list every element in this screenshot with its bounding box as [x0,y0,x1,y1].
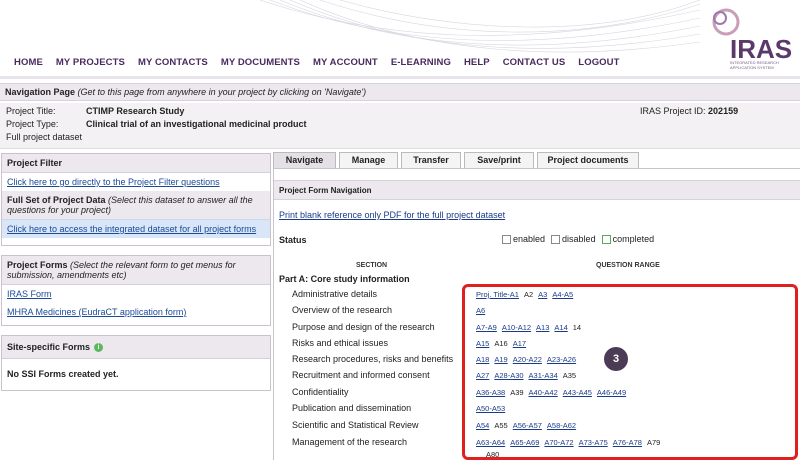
form-navigation-title: Project Form Navigation [279,186,372,195]
header-decoration [259,0,701,53]
section-label: Overview of the research [292,305,393,315]
tab-navigate[interactable]: Navigate [273,152,336,168]
tab-save-print[interactable]: Save/print [464,152,534,168]
mhra-form-link[interactable]: MHRA Medicines (EudraCT application form… [7,307,186,317]
section-label: Scientific and Statistical Review [292,420,419,430]
ssi-panel: Site-specific Forms i No SSI Forms create… [1,335,271,391]
full-set-block: Full Set of Project Data (Select this da… [2,191,270,219]
project-title-value: CTIMP Research Study [86,106,185,116]
print-blank-pdf-link[interactable]: Print blank reference only PDF for the f… [279,210,505,220]
project-title-label: Project Title: [6,106,56,116]
iras-form-link[interactable]: IRAS Form [7,289,52,299]
section-label: Recruitment and informed consent [292,370,430,380]
ssi-heading: Site-specific Forms [7,342,91,352]
tab-transfer[interactable]: Transfer [401,152,461,168]
section-label: Administrative details [292,289,378,299]
section-label: Management of the research [292,437,408,447]
nav-contact-us[interactable]: CONTACT US [503,57,566,68]
ssi-empty-text: No SSI Forms created yet. [7,369,119,380]
main-nav: HOME MY PROJECTS MY CONTACTS MY DOCUMENT… [14,57,633,68]
nav-e-learning[interactable]: E-LEARNING [391,57,451,68]
project-forms-heading: Project Forms [7,260,68,270]
project-type-label: Project Type: [6,119,59,129]
legend-disabled: disabled [551,234,596,245]
project-filter-heading: Project Filter [2,154,270,173]
iras-id-label: IRAS Project ID: [640,106,706,116]
nav-home[interactable]: HOME [14,57,43,68]
project-filter-panel: Project Filter Click here to go directly… [1,153,271,246]
page-title: Navigation Page [5,87,76,97]
highlight-box [462,284,798,460]
tab-bar: Navigate Manage Transfer Save/print Proj… [273,152,642,168]
nav-my-projects[interactable]: MY PROJECTS [56,57,125,68]
logo-subtitle: INTEGRATED RESEARCH APPLICATION SYSTEM [730,60,779,70]
project-info: Project Title: CTIMP Research Study Proje… [0,103,800,149]
nav-help[interactable]: HELP [464,57,490,68]
status-label: Status [279,235,307,245]
section-label: Research procedures, risks and benefits [292,354,454,364]
section-label: Risks and ethical issues [292,338,389,348]
step-badge: 3 [604,347,628,371]
logo-swirl-icon [712,8,740,36]
info-icon[interactable]: i [94,343,104,353]
legend-completed: completed [601,234,654,245]
page-hint: (Get to this page from anywhere in your … [77,87,367,97]
status-legend: enabled disabled completed [502,234,654,245]
legend-enabled: enabled [502,234,545,245]
iras-id-value: 202159 [708,106,739,116]
project-type-value: Clinical trial of an investigational med… [86,119,307,129]
tab-manage[interactable]: Manage [339,152,398,168]
part-a-heading: Part A: Core study information [279,274,410,284]
site-header: IRAS INTEGRATED RESEARCH APPLICATION SYS… [0,0,800,80]
iras-logo[interactable]: IRAS INTEGRATED RESEARCH APPLICATION SYS… [700,4,798,70]
nav-my-documents[interactable]: MY DOCUMENTS [221,57,300,68]
section-label: Publication and dissemination [292,403,412,413]
section-label: Confidentiality [292,387,349,397]
nav-logout[interactable]: LOGOUT [578,57,619,68]
project-dataset: Full project dataset [6,132,83,142]
col-question-range: QUESTION RANGE [596,262,660,269]
integrated-dataset-link[interactable]: Click here to access the integrated data… [7,224,256,234]
nav-divider [0,76,800,79]
project-forms-panel: Project Forms (Select the relevant form … [1,255,271,326]
tab-project-documents[interactable]: Project documents [537,152,639,168]
nav-my-account[interactable]: MY ACCOUNT [313,57,378,68]
full-set-title: Full Set of Project Data [7,195,106,205]
col-section: SECTION [356,262,388,269]
section-label: Purpose and design of the research [292,322,435,332]
project-filter-link[interactable]: Click here to go directly to the Project… [7,177,220,187]
navigation-page-bar: Navigation Page (Get to this page from a… [0,83,800,101]
form-navigation-header: Project Form Navigation [274,180,800,200]
nav-my-contacts[interactable]: MY CONTACTS [138,57,208,68]
